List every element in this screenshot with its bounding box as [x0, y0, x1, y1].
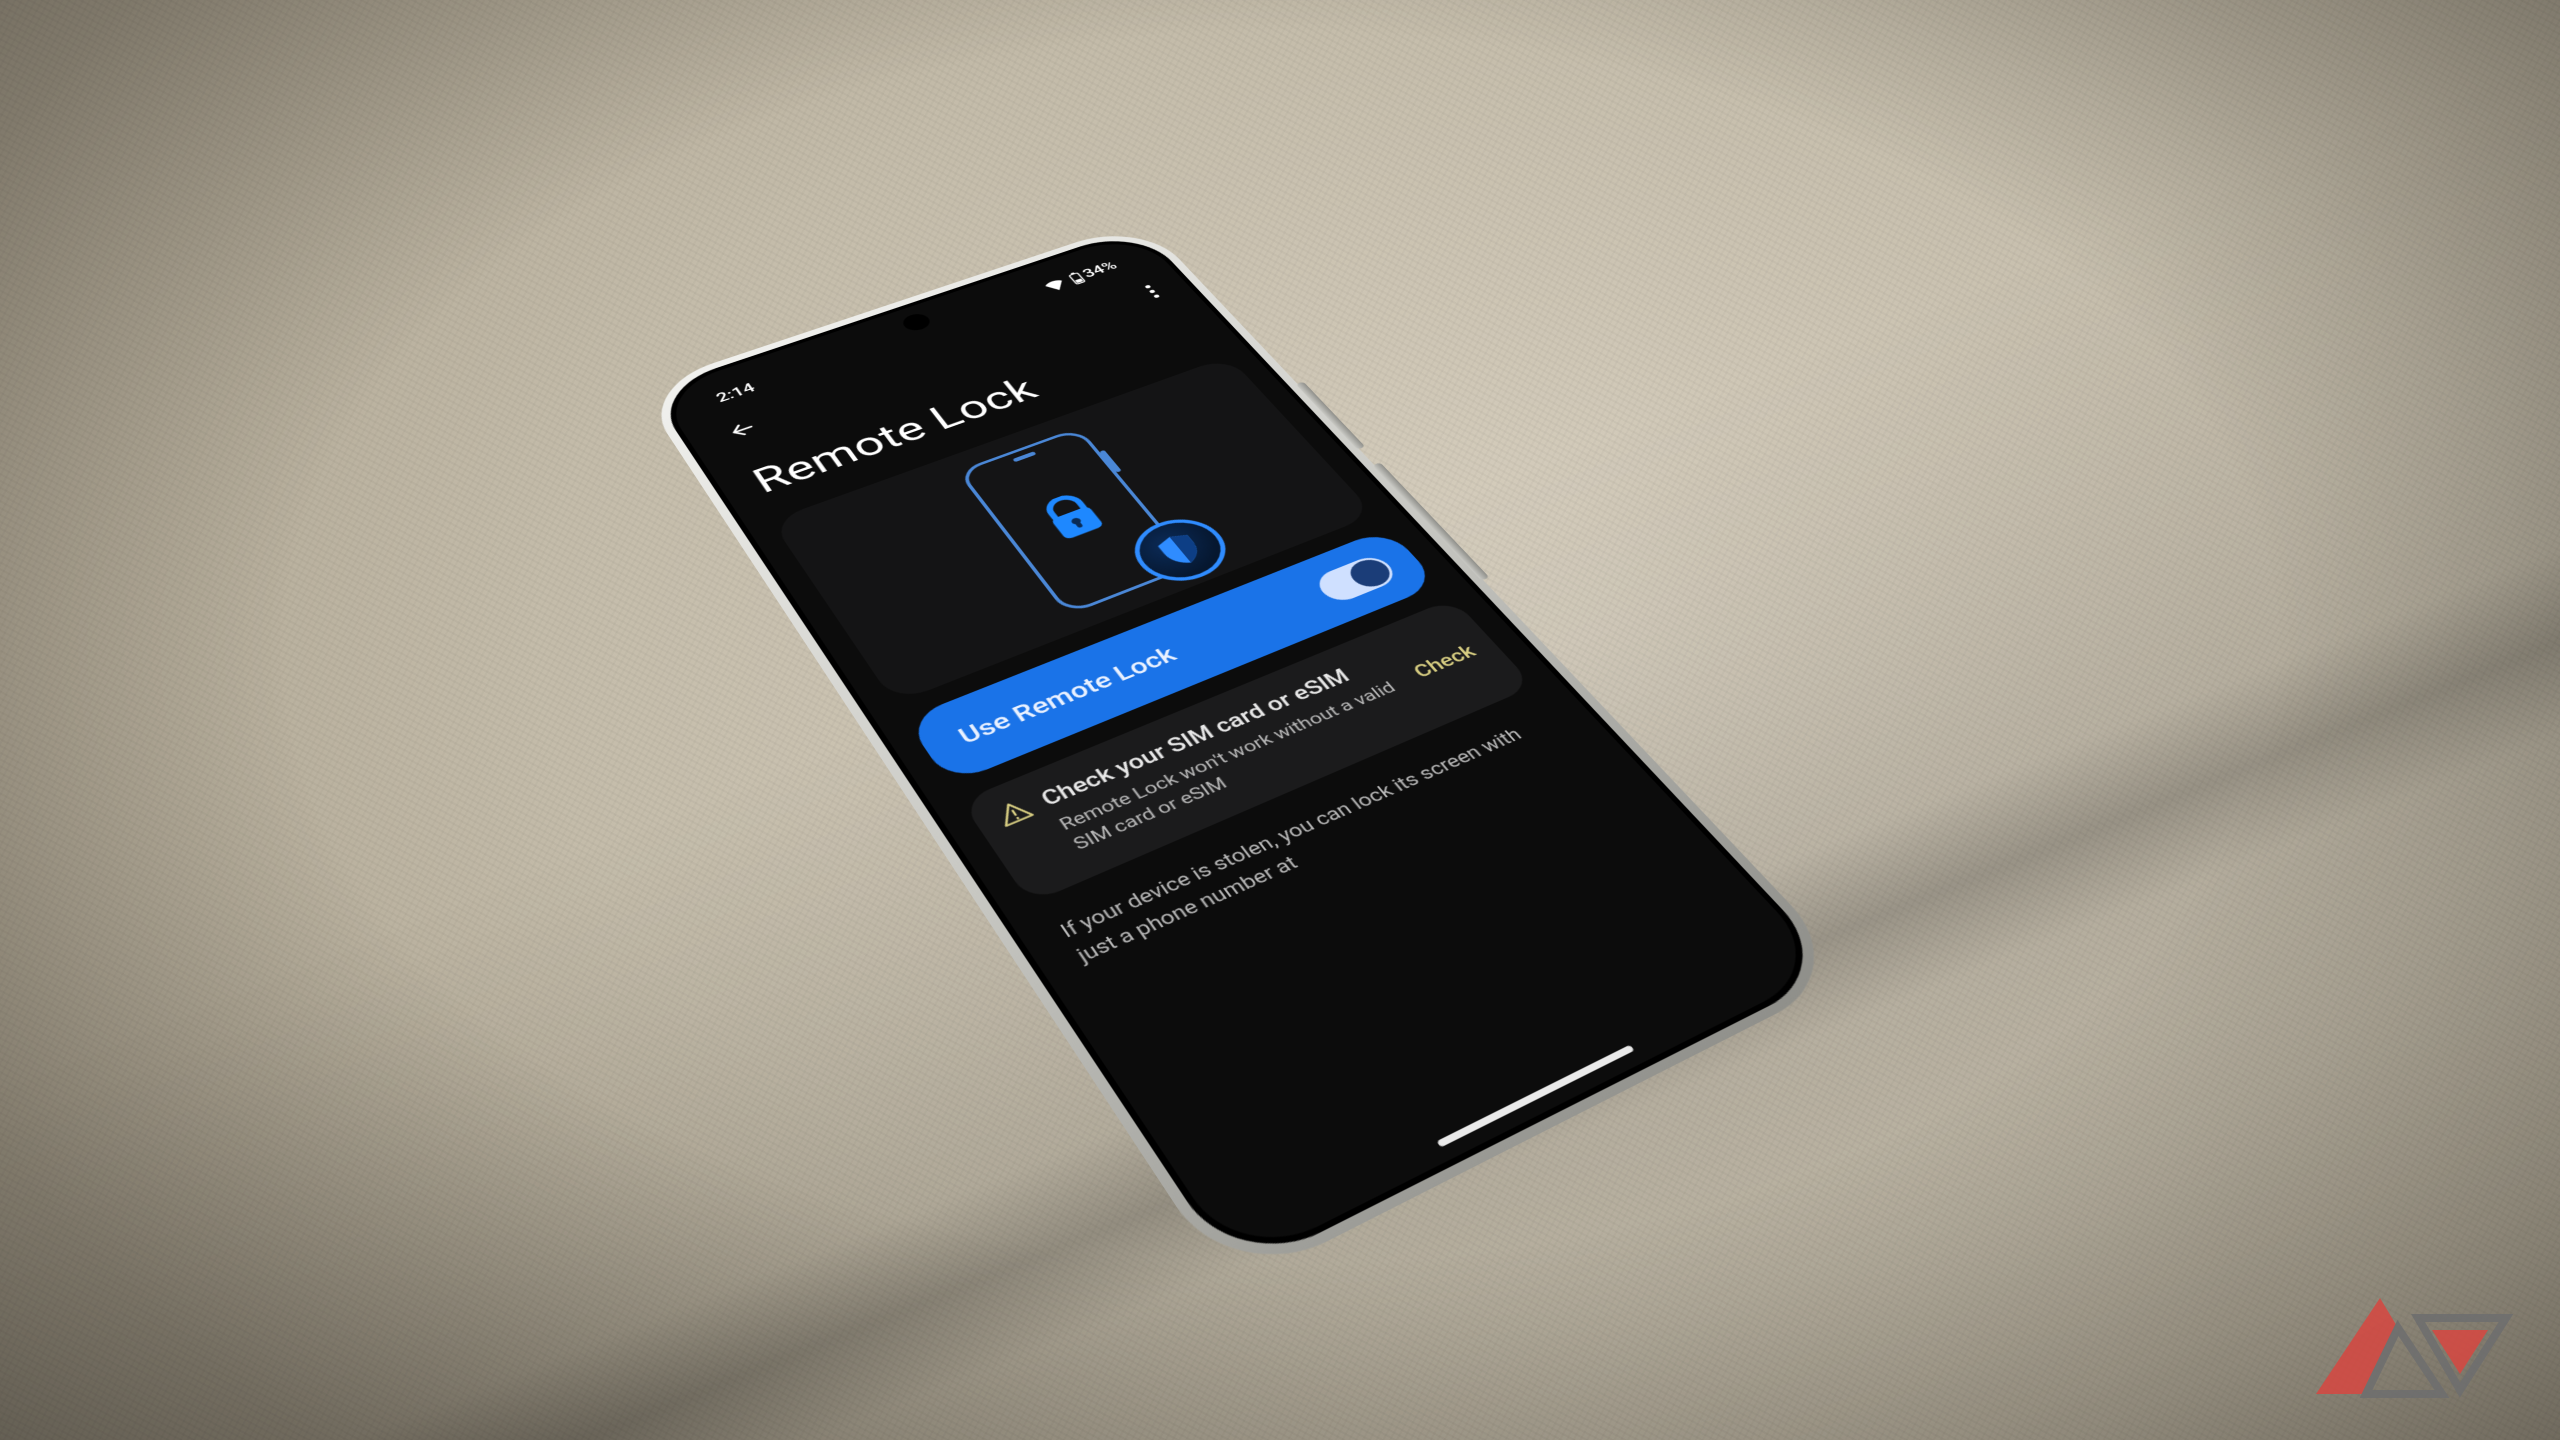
warning-body: Remote Lock won't work without a valid S… — [1054, 663, 1451, 856]
battery-indicator: 34% — [1066, 259, 1121, 285]
ap-watermark — [2300, 1290, 2520, 1410]
remote-lock-toggle[interactable] — [1311, 553, 1401, 606]
lock-icon — [1033, 489, 1113, 547]
photo-scene: 2:14 — [0, 0, 2560, 1440]
phone: 2:14 — [637, 220, 1855, 1290]
shield-icon — [1119, 509, 1242, 592]
warning-title: Check your SIM card or eSIM — [1036, 640, 1415, 811]
battery-percent: 34% — [1079, 259, 1120, 281]
alert-triangle-icon — [992, 797, 1067, 875]
check-button[interactable]: Check — [1408, 641, 1480, 682]
wifi-icon — [1040, 277, 1069, 294]
illustration-phone-outline — [956, 427, 1194, 615]
toggle-label: Use Remote Lock — [953, 642, 1182, 749]
status-time: 2:14 — [713, 381, 758, 406]
footer-description: If your device is stolen, you can lock i… — [1043, 702, 1592, 977]
